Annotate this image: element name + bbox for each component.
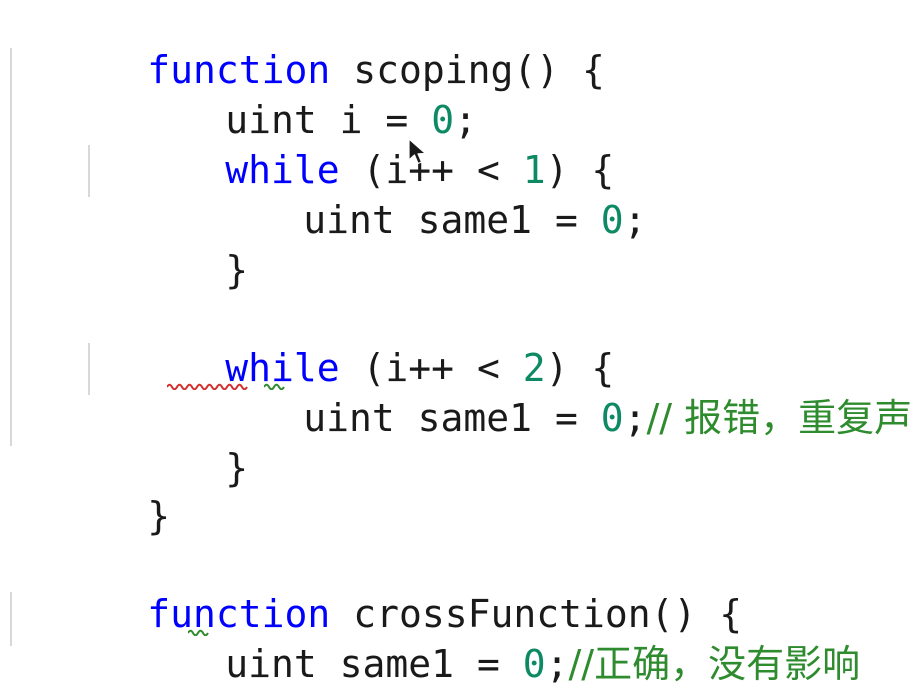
comment-correct-no-effect: //正确，没有影响 [568,642,861,686]
number-literal-0-crossfunction: 0 [522,642,546,686]
error-squiggle-uint [167,382,249,390]
closing-brace-while-2: } [225,446,249,490]
declaration-uint-same1-crossfunction: uint same1 = [225,642,523,686]
declaration-uint-same1-inner: uint same1 = [303,198,601,242]
comment-duplicate-declaration-error: // 报错，重复声明了same1 [646,396,912,440]
code-line-9[interactable]: } [88,393,248,490]
number-literal-0-inner: 0 [600,198,624,242]
semicolon-4: ; [623,198,647,242]
code-line-2[interactable]: uint i = 0; [88,45,477,142]
closing-brace-while-1: } [225,248,249,292]
code-line-15[interactable]: } [10,637,170,687]
code-line-5[interactable]: } [88,195,248,292]
code-line-13[interactable]: function crossFunction() { [10,539,742,636]
semicolon-8: ; [623,396,647,440]
number-literal-0-duplicate: 0 [600,396,624,440]
warning-squiggle-same1-line14 [188,628,210,636]
code-line-1[interactable]: function scoping() { [10,0,605,92]
code-line-10[interactable]: } [10,441,170,538]
code-line-7[interactable]: while (i++ < 2) { [88,293,614,390]
declaration-uint-same1-duplicate: uint same1 = [303,396,601,440]
closing-brace-scoping: } [147,494,171,538]
code-editor-content[interactable]: function scoping() { uint i = 0; while (… [0,0,912,688]
code-line-3[interactable]: while (i++ < 1) { [88,95,614,192]
code-editor-screenshot: function scoping() { uint i = 0; while (… [0,0,912,688]
semicolon-14: ; [545,642,569,686]
code-line-4[interactable]: uint same1 = 0; [166,145,646,242]
warning-squiggle-same1-line8 [264,382,286,390]
